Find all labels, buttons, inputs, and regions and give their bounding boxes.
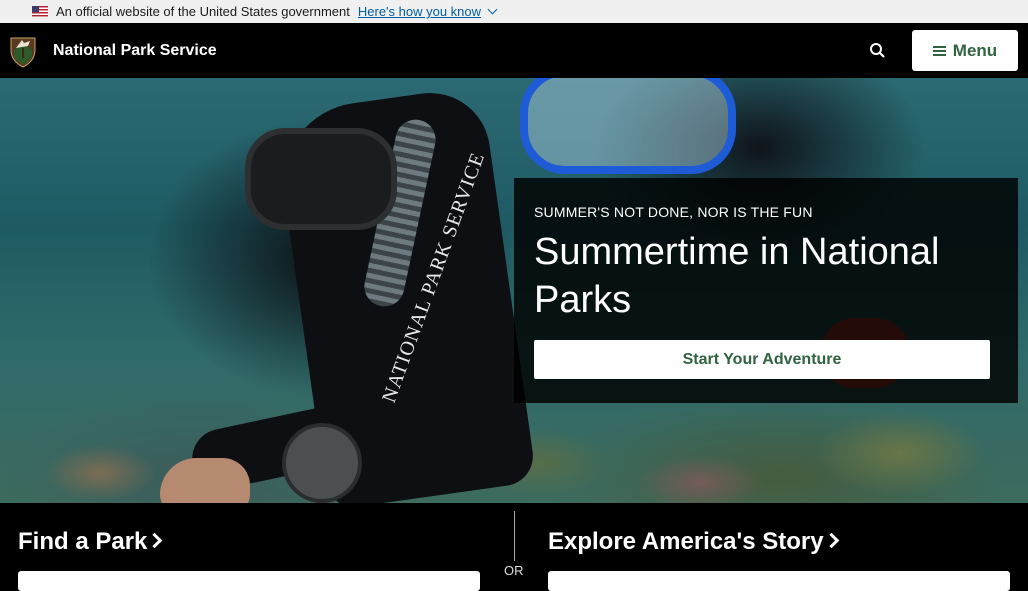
nps-arrowhead-logo-icon[interactable]	[9, 34, 37, 68]
gov-banner: An official website of the United States…	[0, 0, 1028, 23]
blue-mask	[520, 78, 736, 174]
hero-title: Summertime in National Parks	[534, 231, 940, 321]
search-icon[interactable]	[866, 39, 890, 63]
menu-button[interactable]: Menu	[912, 30, 1018, 71]
site-title[interactable]: National Park Service	[53, 42, 217, 60]
or-label: OR	[504, 563, 524, 578]
chevron-right-icon	[823, 532, 839, 549]
hamburger-icon	[932, 45, 946, 56]
explore-americas-story-link[interactable]: Explore America's Story	[548, 528, 839, 556]
explore-select[interactable]	[548, 571, 1010, 591]
hero-card: SUMMER'S NOT DONE, NOR IS THE FUN Summer…	[514, 178, 1018, 403]
gov-banner-text: An official website of the United States…	[56, 4, 350, 19]
chevron-right-icon	[147, 532, 163, 549]
bottom-section: Find a Park OR Explore America's Story	[0, 503, 1028, 591]
us-flag-icon	[32, 6, 48, 17]
find-park-select[interactable]	[18, 571, 480, 591]
how-you-know-label[interactable]: Here's how you know	[358, 4, 481, 19]
find-a-park-label[interactable]: Find a Park	[18, 528, 147, 555]
menu-label: Menu	[952, 40, 998, 60]
chevron-down-icon	[487, 4, 498, 15]
dive-watch	[282, 423, 362, 503]
hero-eyebrow: SUMMER'S NOT DONE, NOR IS THE FUN	[534, 204, 813, 220]
hero-image: NATIONAL PARK SERVICE SUMMER'S NOT DONE,…	[0, 78, 1028, 503]
diver-hand	[160, 458, 250, 503]
divider	[514, 511, 515, 561]
find-a-park-link[interactable]: Find a Park	[18, 528, 163, 556]
site-header: National Park Service Menu	[0, 23, 1028, 78]
explore-label[interactable]: Explore America's Story	[548, 528, 824, 555]
start-adventure-button[interactable]: Start Your Adventure	[534, 340, 990, 379]
diver-mask	[245, 128, 397, 230]
how-you-know-link[interactable]: Here's how you know	[358, 4, 498, 19]
